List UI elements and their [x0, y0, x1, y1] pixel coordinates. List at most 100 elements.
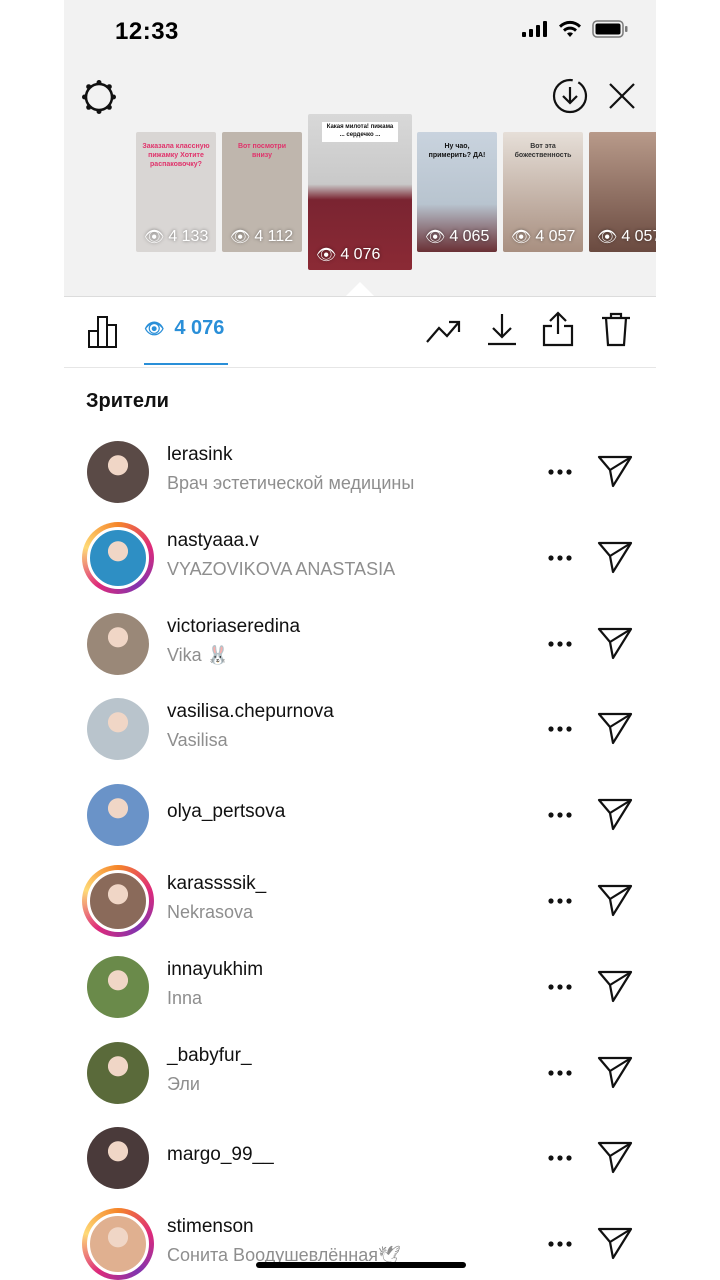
more-options-button[interactable]	[546, 544, 574, 572]
story-thumbnail-selected[interactable]: Какая милота! пижама ... сердечко ... 👁 4…	[308, 114, 412, 270]
avatar[interactable]	[87, 1042, 149, 1104]
eye-icon: 👁	[511, 229, 532, 246]
story-viewers-screen: 12:33 Заказала классную пижамку Хотите р…	[64, 0, 656, 1280]
paper-plane-icon	[597, 455, 633, 488]
avatar[interactable]	[87, 1213, 149, 1275]
viewer-username[interactable]: innayukhim	[167, 959, 263, 981]
promote-button[interactable]	[424, 311, 464, 351]
avatar[interactable]	[87, 698, 149, 760]
settings-button[interactable]	[80, 78, 118, 116]
viewer-full-name: Nekrasova	[167, 902, 254, 922]
delete-button[interactable]	[596, 309, 636, 349]
story-thumbnail[interactable]: Ну чао, примерить? ДА! 👁 4 065	[417, 132, 497, 252]
send-message-button[interactable]	[596, 624, 634, 662]
avatar-story-ring	[82, 436, 154, 508]
selected-story-pointer	[346, 282, 374, 296]
story-views: 👁4 057	[597, 228, 656, 246]
more-options-button[interactable]	[546, 801, 574, 829]
send-message-button[interactable]	[596, 1053, 634, 1091]
send-message-button[interactable]	[596, 1138, 634, 1176]
viewer-row[interactable]: _babyfur_ Эли	[64, 1037, 656, 1123]
story-thumbnail[interactable]: Вот эта божественность 👁 4 057	[503, 132, 583, 252]
viewer-username[interactable]: vasilisa.chepurnova	[167, 701, 334, 723]
eye-icon: 👁	[425, 229, 446, 246]
avatar-story-ring	[82, 779, 154, 851]
story-thumbnail[interactable]: Заказала классную пижамку Хотите распако…	[136, 132, 216, 252]
viewer-full-name: Эли	[167, 1074, 200, 1094]
trash-icon	[602, 312, 630, 347]
avatar[interactable]	[87, 784, 149, 846]
more-dots-icon	[548, 898, 572, 904]
more-options-button[interactable]	[546, 1059, 574, 1087]
viewer-full-name: VYAZOVIKOVA ANASTASIA	[167, 559, 396, 579]
viewer-username[interactable]: stimenson	[167, 1216, 254, 1238]
signal-icon	[522, 21, 547, 37]
more-options-button[interactable]	[546, 630, 574, 658]
viewer-row[interactable]: nastyaaa.v VYAZOVIKOVA ANASTASIA	[64, 522, 656, 608]
more-dots-icon	[548, 812, 572, 818]
more-options-button[interactable]	[546, 1144, 574, 1172]
viewers-tab[interactable]: 👁 4 076	[144, 317, 224, 340]
avatar[interactable]	[87, 1127, 149, 1189]
views-count: 4 076	[174, 317, 225, 339]
paper-plane-icon	[597, 1227, 633, 1260]
viewer-username[interactable]: margo_99__	[167, 1144, 274, 1166]
story-thumbnail[interactable]: 👁4 057	[589, 132, 656, 252]
more-options-button[interactable]	[546, 973, 574, 1001]
viewer-row[interactable]: victoriaseredina Vika 🐰	[64, 608, 656, 694]
viewer-username[interactable]: nastyaaa.v	[167, 530, 259, 552]
story-thumbnail-area: 12:33 Заказала классную пижамку Хотите р…	[64, 0, 656, 296]
viewer-username[interactable]: lerasink	[167, 444, 232, 466]
avatar[interactable]	[87, 870, 149, 932]
avatar[interactable]	[87, 956, 149, 1018]
avatar-story-ring	[82, 693, 154, 765]
viewer-username[interactable]: karassssik_	[167, 873, 266, 895]
viewer-row[interactable]: stimenson Сонита Воодушевлённая🕊	[64, 1208, 656, 1280]
share-button[interactable]	[538, 309, 578, 349]
viewer-row[interactable]: margo_99__	[64, 1122, 656, 1208]
viewer-username[interactable]: victoriaseredina	[167, 616, 300, 638]
story-caption: Вот посмотри внизу	[237, 143, 287, 160]
avatar-story-ring	[82, 865, 154, 937]
more-options-button[interactable]	[546, 458, 574, 486]
avatar[interactable]	[87, 441, 149, 503]
send-message-button[interactable]	[596, 795, 634, 833]
paper-plane-icon	[597, 1141, 633, 1174]
more-dots-icon	[548, 469, 572, 475]
status-icons	[522, 20, 628, 38]
viewer-row[interactable]: vasilisa.chepurnova Vasilisa	[64, 693, 656, 779]
status-time: 12:33	[115, 18, 179, 45]
paper-plane-icon	[597, 627, 633, 660]
viewer-full-name: Inna	[167, 988, 203, 1008]
more-options-button[interactable]	[546, 715, 574, 743]
viewer-username[interactable]: olya_pertsova	[167, 801, 285, 823]
download-circle-icon	[552, 78, 588, 114]
viewer-username[interactable]: _babyfur_	[167, 1045, 252, 1067]
send-message-button[interactable]	[596, 709, 634, 747]
viewer-row[interactable]: olya_pertsova	[64, 779, 656, 865]
eye-icon: 👁	[144, 229, 165, 246]
send-message-button[interactable]	[596, 1224, 634, 1262]
send-message-button[interactable]	[596, 538, 634, 576]
insights-button[interactable]	[84, 311, 124, 351]
download-button[interactable]	[482, 309, 522, 349]
story-actions-bar: 👁 4 076	[64, 297, 656, 368]
eye-icon: 👁	[230, 229, 251, 246]
avatar[interactable]	[87, 527, 149, 589]
send-message-button[interactable]	[596, 881, 634, 919]
send-message-button[interactable]	[596, 967, 634, 1005]
more-options-button[interactable]	[546, 887, 574, 915]
close-button[interactable]	[604, 78, 640, 114]
avatar[interactable]	[87, 613, 149, 675]
story-thumbnail[interactable]: Вот посмотри внизу 👁 4 112	[222, 132, 302, 252]
more-options-button[interactable]	[546, 1230, 574, 1258]
story-views: 👁 4 076	[316, 246, 381, 264]
viewer-row[interactable]: lerasink Врач эстетической медицины	[64, 436, 656, 522]
viewer-row[interactable]: karassssik_ Nekrasova	[64, 865, 656, 951]
send-message-button[interactable]	[596, 452, 634, 490]
viewer-full-name: Vasilisa	[167, 730, 228, 750]
story-views: 👁 4 133	[144, 228, 209, 246]
home-indicator	[256, 1262, 466, 1268]
save-story-button[interactable]	[550, 76, 590, 116]
viewer-row[interactable]: innayukhim Inna	[64, 951, 656, 1037]
